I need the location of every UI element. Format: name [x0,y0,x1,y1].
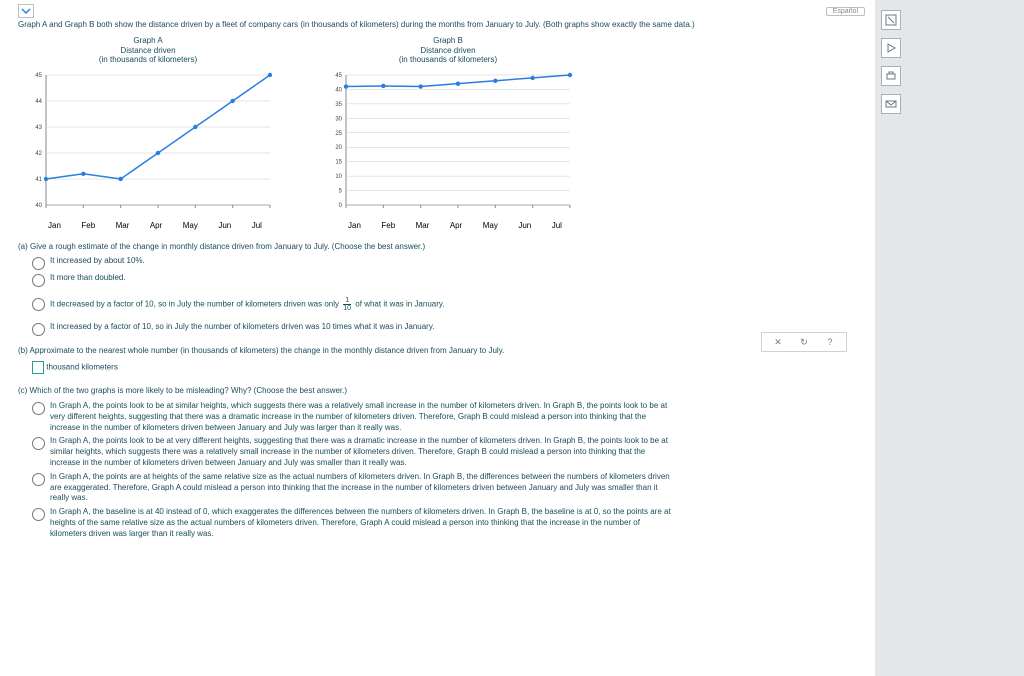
qc-option-2[interactable]: In Graph A, the points look to be at ver… [32,436,672,468]
question-b: (b) Approximate to the nearest whole num… [18,346,638,357]
qa-radio-2[interactable] [32,274,45,287]
qa-option-2[interactable]: It more than doubled. [32,273,865,287]
svg-text:40: 40 [335,87,342,93]
graph-a-sub: Distance driven (in thousands of kilomet… [18,47,278,65]
qa-option-2-text: It more than doubled. [50,273,126,284]
frac-den: 10 [343,304,351,312]
svg-text:35: 35 [335,101,342,107]
svg-text:5: 5 [339,188,343,194]
svg-text:45: 45 [335,73,342,79]
svg-text:20: 20 [335,145,342,151]
qa-o3b: of what it was in January. [355,300,444,309]
qa-option-1-text: It increased by about 10%. [50,256,145,267]
month-label: Mar [416,221,430,230]
qc-radio-3[interactable] [32,473,45,486]
qb-unit: thousand kilometers [46,363,118,372]
reset-icon[interactable]: ↻ [798,336,810,348]
graph-a-title: Graph A [18,36,278,45]
clear-icon[interactable]: ✕ [772,336,784,348]
language-toggle[interactable]: Español [826,7,865,16]
qc-option-4-text: In Graph A, the baseline is at 40 instea… [50,507,672,539]
month-label: Jul [552,221,562,230]
qc-option-1[interactable]: In Graph A, the points look to be at sim… [32,401,672,433]
answer-toolbar: ✕ ↻ ? [761,332,847,352]
graph-b-sub1: Distance driven [420,46,475,55]
qa-radio-4[interactable] [32,323,45,336]
graph-a-svg: 40 41 42 43 44 45 [18,69,278,219]
month-label: Jun [518,221,531,230]
problem-intro: Graph A and Graph B both show the distan… [18,20,865,30]
play-icon[interactable] [881,38,901,58]
month-label: Feb [381,221,395,230]
svg-text:25: 25 [335,130,342,136]
svg-text:15: 15 [335,159,342,165]
frac-num: 1 [345,297,349,304]
fraction-icon: 110 [343,297,351,312]
graph-b-xlabels: Jan Feb Mar Apr May Jun Jul [318,221,578,230]
svg-text:42: 42 [35,151,42,157]
svg-text:45: 45 [35,73,42,79]
qa-radio-1[interactable] [32,257,45,270]
qb-answer-row: thousand kilometers [32,361,865,374]
side-panel [875,0,1024,676]
month-label: Apr [150,221,162,230]
month-label: Feb [81,221,95,230]
qa-option-1[interactable]: It increased by about 10%. [32,256,865,270]
month-label: Jun [218,221,231,230]
graph-b-title: Graph B [318,36,578,45]
graph-a-plot: 40 41 42 43 44 45 [18,69,278,219]
graph-a-xlabels: Jan Feb Mar Apr May Jun Jul [18,221,278,230]
svg-text:40: 40 [35,203,42,209]
qc-option-1-text: In Graph A, the points look to be at sim… [50,401,672,433]
graph-b-sub: Distance driven (in thousands of kilomet… [318,47,578,65]
qc-radio-4[interactable] [32,508,45,521]
qa-radio-3[interactable] [32,298,45,311]
qa-option-4[interactable]: It increased by a factor of 10, so in Ju… [32,322,865,336]
month-label: May [183,221,198,230]
month-label: Jan [48,221,61,230]
svg-text:10: 10 [335,174,342,180]
question-c: (c) Which of the two graphs is more like… [18,386,865,397]
graph-a-sub2: (in thousands of kilometers) [99,55,197,64]
qc-option-4[interactable]: In Graph A, the baseline is at 40 instea… [32,507,672,539]
svg-text:43: 43 [35,125,42,131]
qc-option-2-text: In Graph A, the points look to be at ver… [50,436,672,468]
calculator-icon[interactable] [881,10,901,30]
qc-radio-2[interactable] [32,437,45,450]
graph-b-sub2: (in thousands of kilometers) [399,55,497,64]
collapse-chevron[interactable] [18,4,34,18]
month-label: Jan [348,221,361,230]
svg-text:41: 41 [35,177,42,183]
svg-text:30: 30 [335,116,342,122]
graph-a: Graph A Distance driven (in thousands of… [18,36,278,230]
month-label: Apr [450,221,462,230]
graph-b-svg: 0 5 10 15 20 25 30 35 40 45 [318,69,578,219]
qb-input[interactable] [32,361,44,374]
qa-option-3[interactable]: It decreased by a factor of 10, so in Ju… [32,297,865,312]
qa-option-4-text: It increased by a factor of 10, so in Ju… [50,322,434,333]
month-label: Mar [116,221,130,230]
graph-b: Graph B Distance driven (in thousands of… [318,36,578,230]
month-label: Jul [252,221,262,230]
graph-a-sub1: Distance driven [120,46,175,55]
qc-radio-1[interactable] [32,402,45,415]
print-icon[interactable] [881,66,901,86]
svg-text:44: 44 [35,99,42,105]
help-icon[interactable]: ? [824,336,836,348]
qa-option-3-text: It decreased by a factor of 10, so in Ju… [50,297,445,312]
question-a: (a) Give a rough estimate of the change … [18,242,865,253]
graph-b-plot: 0 5 10 15 20 25 30 35 40 45 [318,69,578,219]
qc-option-3[interactable]: In Graph A, the points are at heights of… [32,472,672,504]
qa-o3a: It decreased by a factor of 10, so in Ju… [50,300,339,309]
month-label: May [483,221,498,230]
qc-option-3-text: In Graph A, the points are at heights of… [50,472,672,504]
svg-text:0: 0 [339,203,343,209]
mail-icon[interactable] [881,94,901,114]
